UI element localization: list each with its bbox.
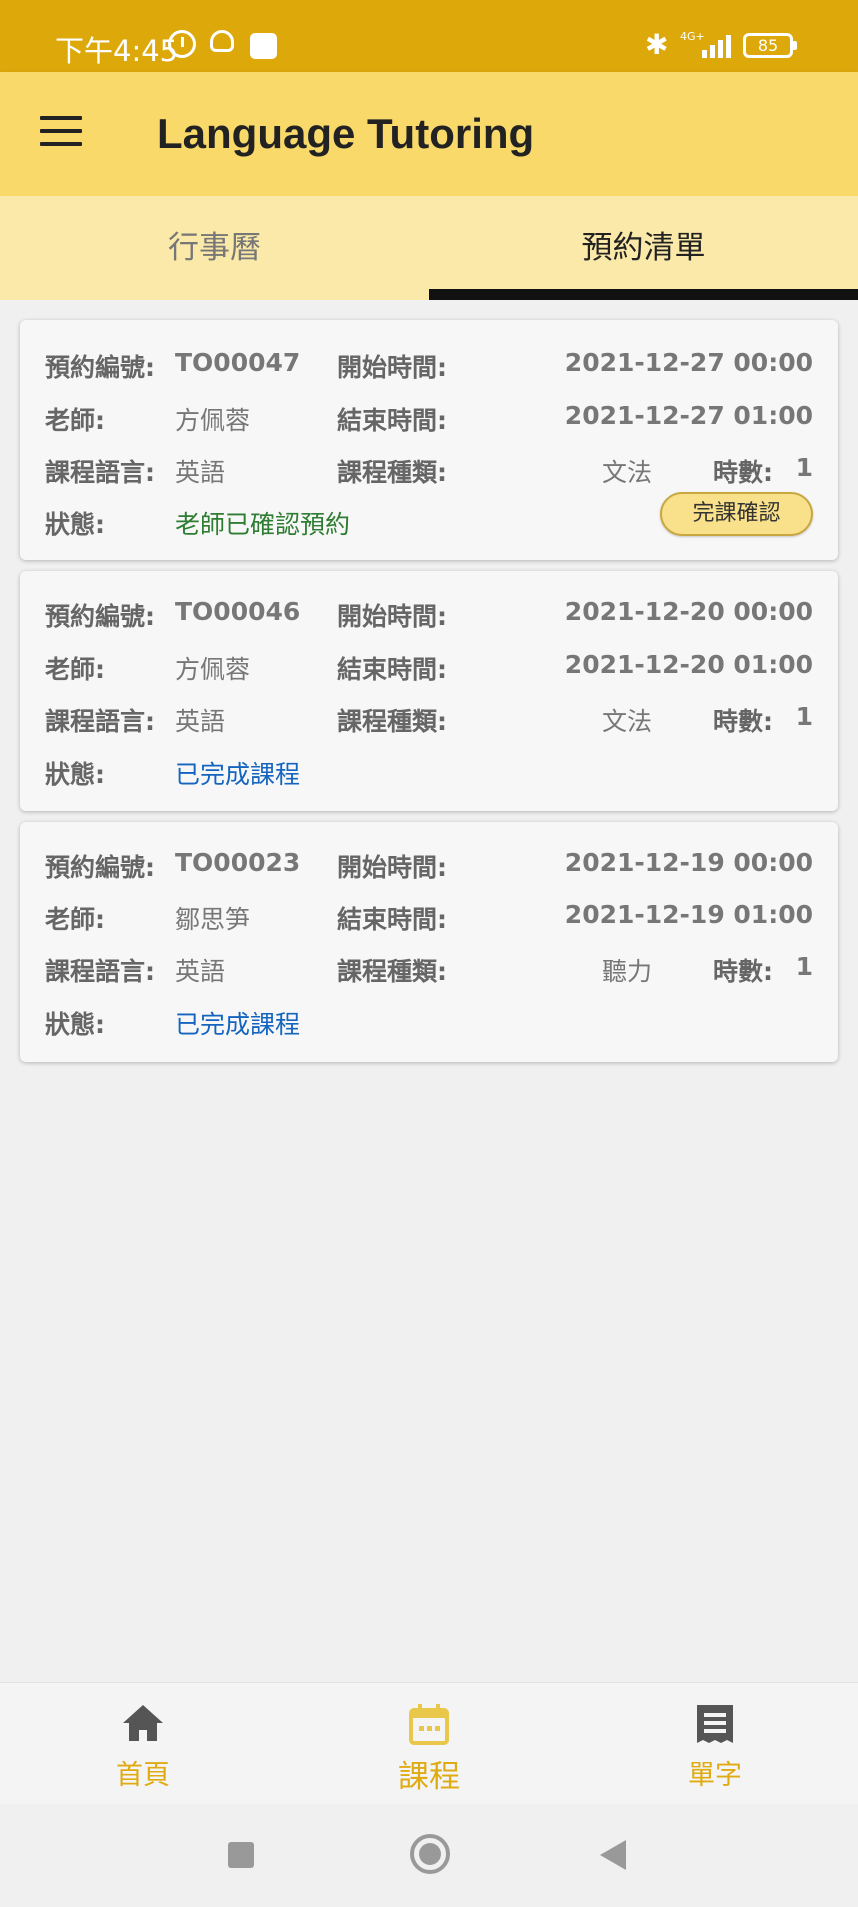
menu-icon[interactable] — [40, 116, 82, 148]
bottom-nav: 首頁 課程 單字 — [0, 1682, 858, 1804]
tab-calendar[interactable]: 行事曆 — [0, 196, 429, 300]
list-icon — [697, 1705, 733, 1743]
teacher-name: 方佩蓉 — [175, 655, 251, 684]
recent-apps-icon[interactable] — [228, 1842, 254, 1868]
start-time: 2021-12-19 00:00 — [564, 848, 813, 877]
course-type: 文法 — [602, 458, 653, 487]
tab-indicator — [429, 289, 858, 300]
teacher-name: 方佩蓉 — [175, 406, 251, 435]
booking-status: 已完成課程 — [175, 760, 301, 789]
start-time-label: 開始時間: — [337, 602, 447, 631]
app-notification-icon — [250, 33, 277, 59]
nav-vocabulary-label: 單字 — [688, 1760, 742, 1791]
end-time: 2021-12-19 01:00 — [564, 900, 813, 929]
nav-home[interactable]: 首頁 — [0, 1683, 286, 1805]
end-time: 2021-12-27 01:00 — [564, 401, 813, 430]
alarm-icon — [168, 30, 196, 58]
home-icon — [123, 1705, 163, 1741]
booking-no: TO00023 — [175, 848, 301, 877]
teacher-label: 老師: — [45, 905, 105, 934]
hours: 1 — [795, 453, 813, 482]
end-time: 2021-12-20 01:00 — [564, 650, 813, 679]
hours: 1 — [795, 952, 813, 981]
language-label: 課程語言: — [45, 707, 155, 736]
course-type-label: 課程種類: — [337, 957, 447, 986]
booking-no-label: 預約編號: — [45, 853, 155, 882]
course-language: 英語 — [175, 707, 226, 736]
language-label: 課程語言: — [45, 957, 155, 986]
booking-card: 預約編號: TO00023 開始時間: 2021-12-19 00:00 老師:… — [20, 822, 838, 1062]
status-label: 狀態: — [45, 510, 105, 539]
start-time-label: 開始時間: — [337, 853, 447, 882]
end-time-label: 結束時間: — [337, 406, 447, 435]
nav-vocabulary[interactable]: 單字 — [572, 1683, 858, 1805]
booking-status: 老師已確認預約 — [175, 510, 351, 539]
battery-icon: 85 — [743, 33, 797, 58]
course-type-label: 課程種類: — [337, 458, 447, 487]
course-type: 聽力 — [602, 957, 653, 986]
booking-status: 已完成課程 — [175, 1010, 301, 1039]
teacher-label: 老師: — [45, 655, 105, 684]
status-time: 下午4:45 — [55, 34, 179, 68]
bluetooth-icon: ✱ — [645, 28, 669, 61]
system-nav-bar — [0, 1804, 858, 1907]
booking-no: TO00047 — [175, 348, 301, 377]
booking-no-label: 預約編號: — [45, 353, 155, 382]
booking-card: 預約編號: TO00046 開始時間: 2021-12-20 00:00 老師:… — [20, 571, 838, 811]
status-label: 狀態: — [45, 760, 105, 789]
language-label: 課程語言: — [45, 458, 155, 487]
back-icon[interactable] — [600, 1840, 626, 1870]
app-title: Language Tutoring — [157, 110, 535, 157]
teacher-label: 老師: — [45, 406, 105, 435]
course-language: 英語 — [175, 458, 226, 487]
start-time: 2021-12-20 00:00 — [564, 597, 813, 626]
nav-courses-label: 課程 — [398, 1759, 460, 1795]
hours-label: 時數: — [713, 458, 773, 487]
booking-card: 預約編號: TO00047 開始時間: 2021-12-27 00:00 老師:… — [20, 320, 838, 560]
status-bar: 下午4:45 ✱ 4G+ 85 — [0, 0, 858, 72]
course-type: 文法 — [602, 707, 653, 736]
start-time: 2021-12-27 00:00 — [564, 348, 813, 377]
status-label: 狀態: — [45, 1010, 105, 1039]
nav-courses[interactable]: 課程 — [286, 1683, 572, 1805]
end-time-label: 結束時間: — [337, 655, 447, 684]
home-button-icon[interactable] — [410, 1834, 450, 1874]
complete-confirm-button[interactable]: 完課確認 — [660, 492, 813, 536]
start-time-label: 開始時間: — [337, 353, 447, 382]
calendar-icon — [409, 1704, 449, 1745]
end-time-label: 結束時間: — [337, 905, 447, 934]
booking-no: TO00046 — [175, 597, 301, 626]
hours: 1 — [795, 702, 813, 731]
tab-booking-list[interactable]: 預約清單 — [429, 196, 858, 300]
hours-label: 時數: — [713, 707, 773, 736]
app-bar: Language Tutoring — [0, 72, 858, 196]
course-type-label: 課程種類: — [337, 707, 447, 736]
signal-icon — [684, 28, 734, 58]
course-language: 英語 — [175, 957, 226, 986]
nav-home-label: 首頁 — [116, 1760, 170, 1791]
tab-bar: 行事曆 預約清單 — [0, 196, 858, 300]
notification-icon — [210, 30, 234, 52]
teacher-name: 鄒思笋 — [175, 905, 251, 934]
booking-no-label: 預約編號: — [45, 602, 155, 631]
hours-label: 時數: — [713, 957, 773, 986]
